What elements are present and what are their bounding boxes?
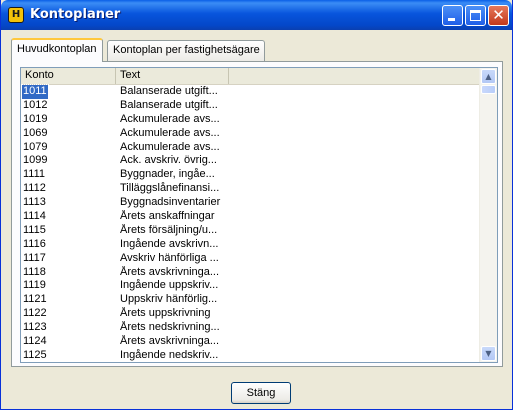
table-row[interactable]: 1118 Årets avskrivninga... xyxy=(21,266,479,280)
maximize-button[interactable] xyxy=(465,5,486,26)
konto-cell: 1118 xyxy=(23,265,46,278)
tab-kontoplan-per-fastighetsagare[interactable]: Kontoplan per fastighetsägare xyxy=(107,40,265,61)
table-row[interactable]: 1115 Årets försäljning/u... xyxy=(21,224,479,238)
konto-cell: 1124 xyxy=(23,335,47,348)
text-cell: Uppskriv hänförlig... xyxy=(120,293,218,306)
text-cell: Årets avskrivninga... xyxy=(120,265,220,278)
table-row[interactable]: 1125 Ingående nedskriv... xyxy=(21,348,479,362)
text-cell: Ackumulerade avs... xyxy=(120,112,220,125)
table-row[interactable]: 1112 Tilläggslånefinansi... xyxy=(21,182,479,196)
list-rows: 1011 Balanserade utgift... 1012 Balanserade… xyxy=(21,84,479,362)
konto-cell: 1111 xyxy=(23,168,46,181)
konto-cell: 1099 xyxy=(23,154,48,167)
column-header-konto[interactable]: Konto xyxy=(21,68,116,84)
app-icon: H xyxy=(8,7,24,23)
table-row[interactable]: 1111 Byggnader, ingåe... xyxy=(21,168,479,182)
tab-huvudkontoplan[interactable]: Huvudkontoplan xyxy=(11,38,103,62)
konto-cell: 1079 xyxy=(23,140,48,153)
table-row[interactable]: 1119 Ingående uppskriv... xyxy=(21,279,479,293)
minimize-button[interactable] xyxy=(442,5,463,26)
table-row[interactable]: 1116 Ingående avskrivn... xyxy=(21,238,479,252)
account-list[interactable]: Konto Text 1011 Balanserade utgift... 1012… xyxy=(20,67,498,363)
table-row[interactable]: 1124 Årets avskrivninga... xyxy=(21,335,479,349)
table-row[interactable]: 1117 Avskriv hänförliga ... xyxy=(21,252,479,266)
konto-cell: 1011 xyxy=(21,84,49,100)
title-bar[interactable]: H Kontoplaner ✕ xyxy=(1,0,512,30)
text-cell: Ackumulerade avs... xyxy=(120,126,220,139)
konto-cell: 1121 xyxy=(23,293,47,306)
list-header: Konto Text xyxy=(21,68,479,85)
minimize-icon xyxy=(448,18,455,21)
table-row[interactable]: 1012 Balanserade utgift... xyxy=(21,99,479,113)
konto-cell: 1116 xyxy=(23,237,46,250)
text-cell: Årets anskaffningar xyxy=(120,210,215,223)
text-cell: Balanserade utgift... xyxy=(120,98,218,111)
konto-cell: 1122 xyxy=(23,307,47,320)
konto-cell: 1123 xyxy=(23,321,47,334)
table-row[interactable]: 1122 Årets uppskrivning xyxy=(21,307,479,321)
vertical-scrollbar[interactable]: ▲ ▼ xyxy=(479,68,497,362)
konto-cell: 1069 xyxy=(23,126,48,139)
text-cell: Årets nedskrivning... xyxy=(120,321,220,334)
table-row[interactable]: 1113 Byggnadsinventarier xyxy=(21,196,479,210)
close-window-button[interactable]: ✕ xyxy=(488,5,509,26)
maximize-icon xyxy=(470,10,481,21)
konto-cell: 1115 xyxy=(23,223,46,236)
column-header-empty xyxy=(229,68,479,84)
konto-cell: 1012 xyxy=(23,98,48,111)
konto-cell: 1125 xyxy=(23,348,47,361)
konto-cell: 1112 xyxy=(23,182,46,195)
table-row[interactable]: 1079 Ackumulerade avs... xyxy=(21,141,479,155)
dialog-window: H Kontoplaner ✕ Huvudkontoplan Kontoplan… xyxy=(0,0,513,410)
close-icon: ✕ xyxy=(492,6,505,24)
close-button[interactable]: Stäng xyxy=(231,382,291,404)
column-header-text[interactable]: Text xyxy=(116,68,229,84)
konto-cell: 1019 xyxy=(23,112,48,125)
table-row[interactable]: 1121 Uppskriv hänförlig... xyxy=(21,293,479,307)
text-cell: Ingående uppskriv... xyxy=(120,279,219,292)
scroll-up-button[interactable]: ▲ xyxy=(481,69,496,84)
konto-cell: 1117 xyxy=(23,251,46,264)
text-cell: Byggnader, ingåe... xyxy=(120,168,215,181)
text-cell: Årets avskrivninga... xyxy=(120,335,220,348)
text-cell: Ingående nedskriv... xyxy=(120,348,219,361)
text-cell: Årets försäljning/u... xyxy=(120,223,218,236)
table-row[interactable]: 1069 Ackumulerade avs... xyxy=(21,127,479,141)
table-row[interactable]: 1123 Årets nedskrivning... xyxy=(21,321,479,335)
window-title: Kontoplaner xyxy=(30,7,121,22)
chevron-up-icon: ▲ xyxy=(485,72,492,81)
text-cell: Balanserade utgift... xyxy=(120,85,218,97)
konto-cell: 1119 xyxy=(23,279,46,292)
text-cell: Byggnadsinventarier xyxy=(120,196,221,209)
text-cell: Avskriv hänförliga ... xyxy=(120,251,219,264)
text-cell: Ackumulerade avs... xyxy=(120,140,220,153)
table-row[interactable]: 1019 Ackumulerade avs... xyxy=(21,113,479,127)
chevron-down-icon: ▼ xyxy=(485,349,492,358)
text-cell: Tilläggslånefinansi... xyxy=(120,182,220,195)
scroll-down-button[interactable]: ▼ xyxy=(481,346,496,361)
scroll-thumb[interactable] xyxy=(481,85,496,94)
table-row[interactable]: 1114 Årets anskaffningar xyxy=(21,210,479,224)
konto-cell: 1114 xyxy=(23,210,46,223)
text-cell: Ingående avskrivn... xyxy=(120,237,219,250)
konto-cell: 1113 xyxy=(23,196,46,209)
text-cell: Ack. avskriv. övrig... xyxy=(120,154,217,167)
text-cell: Årets uppskrivning xyxy=(120,307,211,320)
table-row[interactable]: 1011 Balanserade utgift... xyxy=(21,84,479,100)
table-row[interactable]: 1099 Ack. avskriv. övrig... xyxy=(21,154,479,168)
